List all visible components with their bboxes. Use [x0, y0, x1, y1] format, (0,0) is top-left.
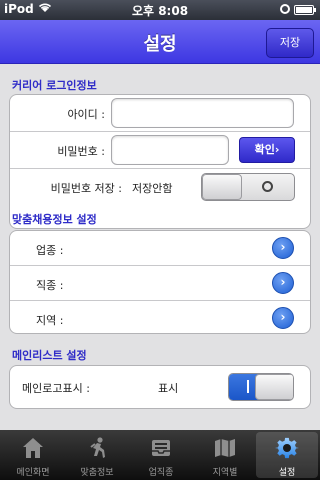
save-password-row: 비밀번호 저장 : 저장안함: [10, 169, 310, 205]
tab-industry-label: 업직종: [148, 468, 174, 478]
inbox-icon: [149, 436, 173, 460]
industry-row[interactable]: 업종 : ›: [10, 231, 310, 266]
main-logo-label: 메인로고표시 :: [22, 382, 90, 395]
toggle-off-icon: [262, 181, 273, 192]
gear-icon: [275, 436, 299, 460]
toggle-knob: [202, 174, 242, 200]
tab-custom-info[interactable]: 맞춤정보: [66, 432, 128, 478]
house-icon: [21, 436, 45, 460]
region-row[interactable]: 지역 : ›: [10, 301, 310, 333]
password-input[interactable]: [111, 135, 229, 165]
tab-region-label: 지역별: [212, 468, 238, 478]
region-label: 지역 :: [36, 314, 64, 327]
custom-job-group: 업종 : › 직종 : › 지역 : ›: [9, 230, 311, 334]
carrier-login-group: 아이디 : 비밀번호 : 확인› 비밀번호 저장 : 저장안함: [9, 94, 311, 229]
id-input[interactable]: [111, 98, 294, 128]
battery-level: [296, 7, 312, 13]
job-type-label: 직종 :: [36, 279, 64, 292]
main-logo-toggle[interactable]: [228, 373, 294, 401]
map-icon: [213, 436, 237, 460]
id-label: 아이디 :: [67, 108, 105, 121]
save-password-status: 저장안함: [132, 182, 173, 195]
tab-settings[interactable]: 설정: [256, 432, 318, 478]
tab-main-label: 메인화면: [16, 468, 50, 478]
save-password-toggle[interactable]: [201, 173, 295, 201]
industry-label: 업종 :: [36, 244, 64, 257]
main-logo-status: 표시: [158, 382, 179, 395]
chevron-right-icon[interactable]: ›: [272, 272, 294, 294]
settings-content[interactable]: 커리어 로그인정보 아이디 : 비밀번호 : 확인› 비밀번호 저장 : 저장안…: [0, 64, 320, 430]
toggle-knob: [255, 374, 293, 400]
tab-bar: 메인화면 맞춤정보 업직종 지역별 설정: [0, 430, 320, 480]
toggle-on-icon: [247, 380, 249, 393]
job-type-row[interactable]: 직종 : ›: [10, 266, 310, 301]
section-header-carrier-login: 커리어 로그인정보: [12, 79, 97, 92]
section-header-custom-job: 맞춤채용정보 설정: [12, 213, 97, 226]
password-row: 비밀번호 : 확인›: [10, 132, 310, 169]
tab-industry[interactable]: 업직종: [130, 432, 192, 478]
rotation-lock-icon: [280, 4, 290, 14]
status-bar: iPod 오후 8:08: [0, 0, 320, 20]
main-logo-row: 메인로고표시 : 표시: [10, 366, 310, 408]
status-time: 오후 8:08: [131, 4, 189, 18]
tab-main[interactable]: 메인화면: [2, 432, 64, 478]
navigation-bar: 설정 저장: [0, 20, 320, 64]
battery-icon: [294, 5, 316, 15]
tab-region[interactable]: 지역별: [194, 432, 256, 478]
tab-settings-label: 설정: [278, 468, 296, 478]
chevron-right-icon[interactable]: ›: [272, 237, 294, 259]
confirm-button[interactable]: 확인›: [239, 137, 295, 163]
chevron-right-icon[interactable]: ›: [272, 307, 294, 329]
id-row: 아이디 :: [10, 95, 310, 132]
main-list-group: 메인로고표시 : 표시: [9, 365, 311, 409]
runner-icon: [85, 436, 109, 460]
save-button[interactable]: 저장: [266, 28, 314, 58]
password-label: 비밀번호 :: [57, 145, 105, 158]
save-password-label: 비밀번호 저장 :: [50, 182, 122, 195]
tab-custom-info-label: 맞춤정보: [80, 468, 114, 478]
section-header-main-list: 메인리스트 설정: [12, 349, 87, 362]
